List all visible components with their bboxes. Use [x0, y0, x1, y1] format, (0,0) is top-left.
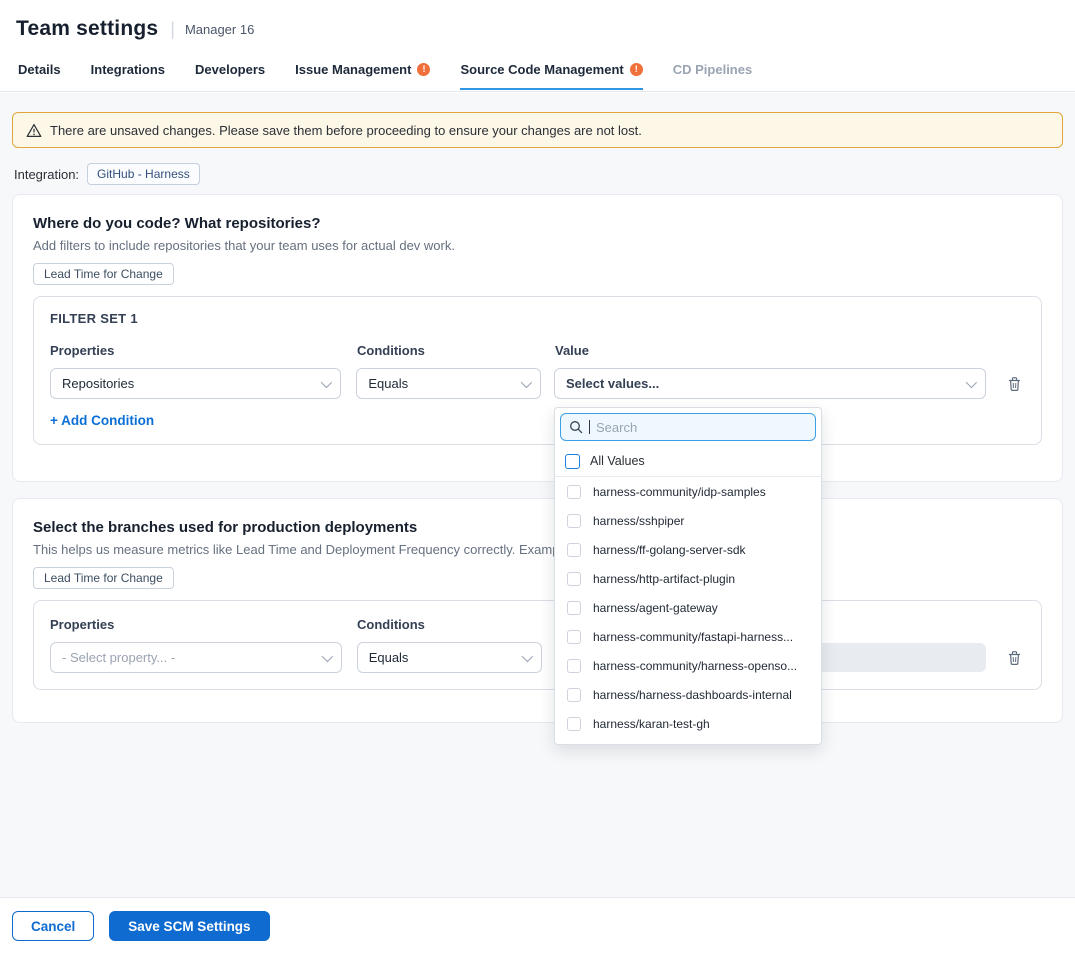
filter-column-headers: Properties Conditions: [50, 617, 1025, 632]
branches-card: Select the branches used for production …: [12, 498, 1063, 723]
branch-filter-set: Properties Conditions - Select property.…: [33, 600, 1042, 690]
cancel-button[interactable]: Cancel: [12, 911, 94, 941]
trash-icon: [1006, 375, 1023, 393]
dropdown-option[interactable]: harness/harness-dashboards-internal: [555, 680, 821, 709]
option-checkbox[interactable]: [567, 572, 581, 586]
all-values-option[interactable]: All Values: [555, 446, 821, 477]
option-checkbox[interactable]: [567, 514, 581, 528]
dropdown-option[interactable]: harness-community/harness-openso...: [555, 651, 821, 680]
option-checkbox[interactable]: [567, 717, 581, 731]
conditions-column-label: Conditions: [357, 343, 555, 358]
chevron-down-icon: [321, 376, 332, 387]
text-cursor: [589, 420, 590, 434]
warning-triangle-icon: [26, 123, 42, 138]
dropdown-option[interactable]: harness-community/fastapi-harness...: [555, 622, 821, 651]
warning-badge-icon: !: [630, 63, 643, 76]
tab-integrations[interactable]: Integrations: [91, 58, 165, 90]
page-header: Team settings | Manager 16: [0, 0, 1075, 58]
lead-time-chip: Lead Time for Change: [33, 263, 174, 285]
integration-label: Integration:: [14, 167, 79, 182]
tab-source-code-management[interactable]: Source Code Management !: [460, 58, 642, 90]
chevron-down-icon: [521, 650, 532, 661]
chevron-down-icon: [966, 376, 977, 387]
dropdown-option[interactable]: harness/sshpiper: [555, 506, 821, 535]
dropdown-option[interactable]: harness/http-artifact-plugin: [555, 564, 821, 593]
filter-row: Repositories Equals Select values...: [50, 368, 1025, 399]
search-icon: [569, 420, 583, 434]
option-checkbox[interactable]: [567, 630, 581, 644]
dropdown-search-input[interactable]: Search: [560, 413, 816, 441]
repositories-card: Where do you code? What repositories? Ad…: [12, 194, 1063, 482]
chevron-down-icon: [321, 650, 332, 661]
dropdown-option[interactable]: harness-community/idp-samples: [555, 477, 821, 506]
save-scm-settings-button[interactable]: Save SCM Settings: [109, 911, 269, 941]
filter-set-title: FILTER SET 1: [50, 311, 1025, 326]
page-title: Team settings: [16, 17, 158, 41]
tab-bar: Details Integrations Developers Issue Ma…: [0, 58, 1075, 92]
dropdown-option[interactable]: harness/karan-test-gh: [555, 709, 821, 738]
warning-badge-icon: !: [417, 63, 430, 76]
value-column-label: Value: [555, 343, 987, 358]
option-checkbox[interactable]: [567, 659, 581, 673]
filter-row: - Select property... - Equals: [50, 642, 1025, 673]
repositories-card-subtitle: Add filters to include repositories that…: [33, 238, 1042, 253]
dropdown-option[interactable]: harness/ff-golang-server-sdk: [555, 535, 821, 564]
conditions-column-label: Conditions: [357, 617, 555, 632]
option-checkbox[interactable]: [567, 543, 581, 557]
value-select-wrapper: Select values... Sea: [554, 368, 986, 399]
property-select[interactable]: Repositories: [50, 368, 341, 399]
delete-filter-button[interactable]: [1004, 373, 1025, 395]
banner-text: There are unsaved changes. Please save t…: [50, 123, 642, 138]
dropdown-option[interactable]: harness/...: [555, 738, 821, 745]
branches-card-subtitle: This helps us measure metrics like Lead …: [33, 542, 1042, 557]
lead-time-chip: Lead Time for Change: [33, 567, 174, 589]
branches-card-title: Select the branches used for production …: [33, 519, 1042, 536]
condition-select[interactable]: Equals: [357, 642, 542, 673]
main-content: There are unsaved changes. Please save t…: [0, 93, 1075, 897]
tab-details[interactable]: Details: [18, 58, 61, 90]
add-condition-button[interactable]: + Add Condition: [50, 413, 154, 428]
footer-bar: Cancel Save SCM Settings: [0, 897, 1075, 954]
team-name: Manager 16: [185, 22, 254, 37]
repositories-card-title: Where do you code? What repositories?: [33, 215, 1042, 232]
search-placeholder: Search: [596, 420, 637, 435]
filter-set-1: FILTER SET 1 Properties Conditions Value…: [33, 296, 1042, 445]
dropdown-options-list: harness-community/idp-samples harness/ss…: [555, 477, 821, 745]
value-dropdown-panel: Search All Values harn: [554, 407, 822, 745]
delete-filter-button[interactable]: [1004, 647, 1025, 669]
option-checkbox[interactable]: [567, 688, 581, 702]
properties-column-label: Properties: [50, 343, 357, 358]
tab-cd-pipelines: CD Pipelines: [673, 58, 752, 90]
all-values-checkbox[interactable]: [565, 454, 580, 469]
condition-select[interactable]: Equals: [356, 368, 541, 399]
property-select[interactable]: - Select property... -: [50, 642, 342, 673]
tab-developers[interactable]: Developers: [195, 58, 265, 90]
unsaved-changes-banner: There are unsaved changes. Please save t…: [12, 112, 1063, 148]
value-select[interactable]: Select values...: [554, 368, 986, 399]
tab-issue-management[interactable]: Issue Management !: [295, 58, 430, 90]
title-divider: |: [170, 19, 175, 40]
integration-chip[interactable]: GitHub - Harness: [87, 163, 200, 185]
option-checkbox[interactable]: [567, 601, 581, 615]
option-checkbox[interactable]: [567, 485, 581, 499]
properties-column-label: Properties: [50, 617, 357, 632]
trash-icon: [1006, 649, 1023, 667]
dropdown-option[interactable]: harness/agent-gateway: [555, 593, 821, 622]
filter-column-headers: Properties Conditions Value: [50, 343, 1025, 358]
chevron-down-icon: [521, 376, 532, 387]
integration-row: Integration: GitHub - Harness: [14, 163, 1063, 185]
